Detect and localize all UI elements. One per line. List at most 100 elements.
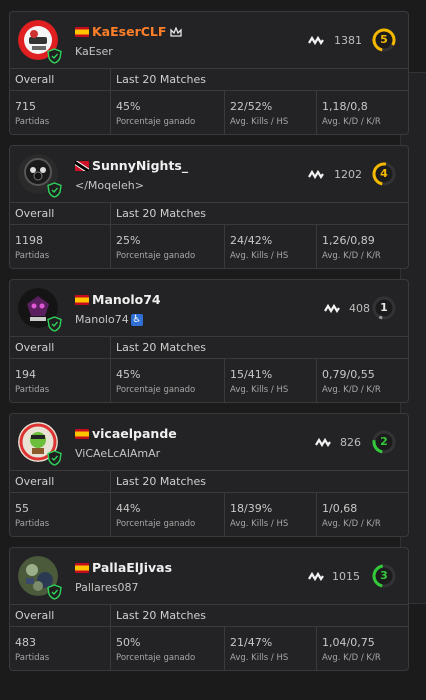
skill-level-number: 2 xyxy=(380,435,388,448)
last20-header: Last 20 Matches xyxy=(116,73,206,86)
matches-label: Partidas xyxy=(15,653,50,663)
winrate-label: Porcentaje ganado xyxy=(116,385,196,395)
player-name[interactable]: vicaelpande xyxy=(92,426,177,441)
kills-hs-value: 22/52% xyxy=(230,100,273,113)
kills-hs-stat: 24/42% Avg. Kills / HS xyxy=(224,225,317,268)
overall-header: Overall xyxy=(15,73,55,86)
player-name[interactable]: KaEserCLF xyxy=(92,24,166,39)
kd-kr-value: 1,18/0,8 xyxy=(322,100,368,113)
trinidad-flag-icon xyxy=(75,161,89,171)
kills-hs-label: Avg. Kills / HS xyxy=(230,251,289,261)
last20-header: Last 20 Matches xyxy=(116,609,206,622)
matches-stat: 55 Partidas xyxy=(10,493,110,536)
matches-value: 55 xyxy=(15,502,29,515)
skill-level-number: 1 xyxy=(380,301,388,314)
skill-level-number: 4 xyxy=(380,167,388,180)
kd-kr-stat: 1,04/0,75 Avg. K/D / K/R xyxy=(316,627,408,670)
kills-hs-stat: 21/47% Avg. Kills / HS xyxy=(224,627,317,670)
kd-kr-value: 1/0,68 xyxy=(322,502,358,515)
player-nickname: ViCAeLcAlAmAr xyxy=(75,447,161,460)
overall-header: Overall xyxy=(15,609,55,622)
player-card[interactable]: PallaElJivas Pallares087 1015 3 Overall … xyxy=(9,547,409,671)
verified-shield-icon xyxy=(47,584,62,600)
player-card[interactable]: Manolo74 Manolo74 ♿ 408 1 Overall Last 20… xyxy=(9,279,409,403)
player-card[interactable]: SunnyNights_ </Moqeleh> 1202 4 Overall L… xyxy=(9,145,409,269)
matches-label: Partidas xyxy=(15,251,50,261)
kd-kr-label: Avg. K/D / K/R xyxy=(322,117,381,127)
elo-trend-icon xyxy=(308,170,324,179)
overall-header: Overall xyxy=(15,341,55,354)
winrate-stat: 45% Porcentaje ganado xyxy=(111,359,224,402)
player-name[interactable]: SunnyNights_ xyxy=(92,158,188,173)
verified-shield-icon xyxy=(47,316,62,332)
winrate-label: Porcentaje ganado xyxy=(116,251,196,261)
kills-hs-value: 15/41% xyxy=(230,368,273,381)
kills-hs-stat: 18/39% Avg. Kills / HS xyxy=(224,493,317,536)
wheelchair-icon: ♿ xyxy=(130,314,143,326)
last20-header: Last 20 Matches xyxy=(116,475,206,488)
kills-hs-label: Avg. Kills / HS xyxy=(230,519,289,529)
winrate-value: 50% xyxy=(116,636,141,649)
winrate-label: Porcentaje ganado xyxy=(116,519,196,529)
elo-value: 408 xyxy=(349,302,370,315)
player-name[interactable]: PallaElJivas xyxy=(92,560,172,575)
kd-kr-stat: 1,26/0,89 Avg. K/D / K/R xyxy=(316,225,408,268)
winrate-stat: 25% Porcentaje ganado xyxy=(111,225,224,268)
nickname-text: Manolo74 xyxy=(75,313,129,326)
crown-icon xyxy=(170,27,182,37)
winrate-label: Porcentaje ganado xyxy=(116,117,196,127)
player-nickname: Pallares087 xyxy=(75,581,139,594)
elo-value: 1202 xyxy=(334,168,362,181)
overall-header: Overall xyxy=(15,475,55,488)
kills-hs-stat: 22/52% Avg. Kills / HS xyxy=(224,91,317,134)
winrate-value: 45% xyxy=(116,100,141,113)
kills-hs-value: 24/42% xyxy=(230,234,273,247)
winrate-stat: 45% Porcentaje ganado xyxy=(111,91,224,134)
player-card[interactable]: vicaelpande ViCAeLcAlAmAr 826 2 Overall … xyxy=(9,413,409,537)
matches-label: Partidas xyxy=(15,385,50,395)
kd-kr-value: 1,26/0,89 xyxy=(322,234,375,247)
skill-level-number: 3 xyxy=(380,569,388,582)
matches-label: Partidas xyxy=(15,519,50,529)
overall-header: Overall xyxy=(15,207,55,220)
matches-value: 715 xyxy=(15,100,36,113)
kd-kr-value: 1,04/0,75 xyxy=(322,636,375,649)
last20-header: Last 20 Matches xyxy=(116,341,206,354)
verified-shield-icon xyxy=(47,450,62,466)
winrate-stat: 50% Porcentaje ganado xyxy=(111,627,224,670)
winrate-value: 44% xyxy=(116,502,141,515)
elo-value: 1381 xyxy=(334,34,362,47)
kills-hs-label: Avg. Kills / HS xyxy=(230,653,289,663)
spain-flag-icon xyxy=(75,563,89,573)
kills-hs-label: Avg. Kills / HS xyxy=(230,385,289,395)
elo-trend-icon xyxy=(308,572,324,581)
matches-value: 194 xyxy=(15,368,36,381)
player-card[interactable]: KaEserCLF KaEser 1381 5 Overall Last 20 … xyxy=(9,11,409,135)
kd-kr-value: 0,79/0,55 xyxy=(322,368,375,381)
skill-level-number: 5 xyxy=(380,33,388,46)
kd-kr-stat: 0,79/0,55 Avg. K/D / K/R xyxy=(316,359,408,402)
matches-value: 483 xyxy=(15,636,36,649)
matches-stat: 715 Partidas xyxy=(10,91,110,134)
last20-header: Last 20 Matches xyxy=(116,207,206,220)
kd-kr-label: Avg. K/D / K/R xyxy=(322,653,381,663)
kills-hs-stat: 15/41% Avg. Kills / HS xyxy=(224,359,317,402)
elo-value: 826 xyxy=(340,436,361,449)
player-nickname: Manolo74 ♿ xyxy=(75,313,143,326)
matches-stat: 1198 Partidas xyxy=(10,225,110,268)
kills-hs-value: 18/39% xyxy=(230,502,273,515)
winrate-stat: 44% Porcentaje ganado xyxy=(111,493,224,536)
matches-stat: 194 Partidas xyxy=(10,359,110,402)
elo-trend-icon xyxy=(308,36,324,45)
kd-kr-label: Avg. K/D / K/R xyxy=(322,385,381,395)
kd-kr-stat: 1,18/0,8 Avg. K/D / K/R xyxy=(316,91,408,134)
winrate-label: Porcentaje ganado xyxy=(116,653,196,663)
winrate-value: 45% xyxy=(116,368,141,381)
player-nickname: </Moqeleh> xyxy=(75,179,144,192)
player-name[interactable]: Manolo74 xyxy=(92,292,161,307)
spain-flag-icon xyxy=(75,429,89,439)
kd-kr-stat: 1/0,68 Avg. K/D / K/R xyxy=(316,493,408,536)
winrate-value: 25% xyxy=(116,234,141,247)
player-list: KaEserCLF KaEser 1381 5 Overall Last 20 … xyxy=(9,11,409,681)
kd-kr-label: Avg. K/D / K/R xyxy=(322,251,381,261)
